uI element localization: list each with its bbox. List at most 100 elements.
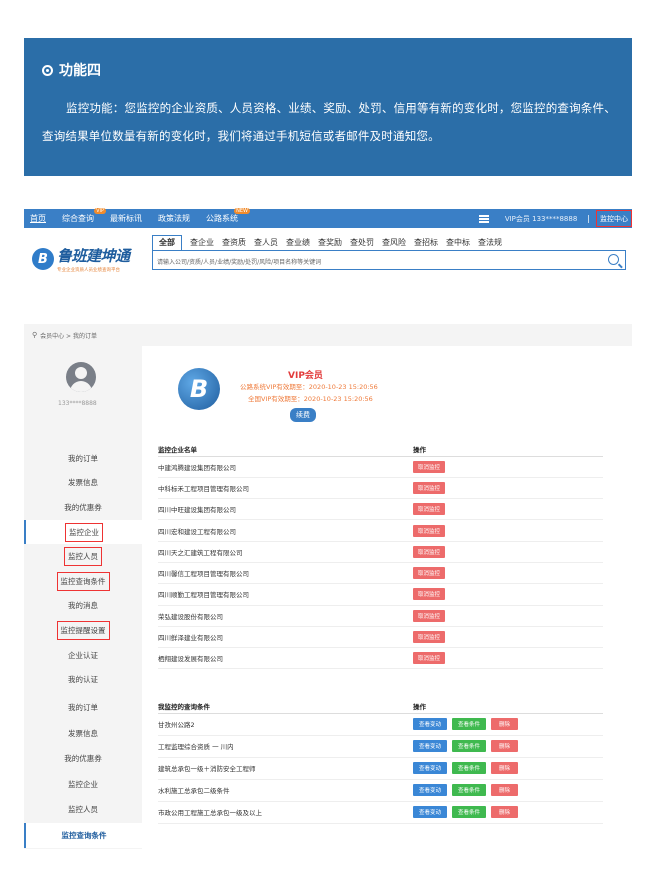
action-cell: 查看变动 查看条件 删除 bbox=[413, 779, 603, 802]
company-name[interactable]: 四川馨信工程项目管理有限公司 bbox=[158, 562, 413, 585]
site-logo[interactable]: B 鲁班建坤通 专业企业资质人员业绩查询平台 bbox=[32, 240, 142, 278]
sidebar-item-label: 发票信息 bbox=[68, 478, 98, 488]
sidebar-item-monitor-conditions[interactable]: 监控查询条件 bbox=[24, 569, 142, 594]
search-tab-company[interactable]: 查企业 bbox=[190, 237, 214, 250]
view-change-button[interactable]: 查看变动 bbox=[413, 718, 448, 730]
nav-policy[interactable]: 政策法规 bbox=[158, 213, 190, 224]
search-icon[interactable] bbox=[608, 254, 619, 265]
action-cell: 取消监控 bbox=[413, 647, 603, 670]
cancel-monitor-button[interactable]: 取消监控 bbox=[413, 652, 446, 665]
search-tab-winning[interactable]: 查中标 bbox=[446, 237, 470, 250]
breadcrumb-text[interactable]: 会员中心 > 我的订单 bbox=[40, 331, 97, 340]
condition-name[interactable]: 建筑总承包一级＋消防安全工程师 bbox=[158, 757, 413, 780]
cancel-monitor-button[interactable]: 取消监控 bbox=[413, 481, 446, 494]
view-change-button[interactable]: 查看变动 bbox=[413, 784, 448, 796]
cancel-monitor-button[interactable]: 取消监控 bbox=[413, 609, 446, 622]
condition-name[interactable]: 水利施工总承包二级条件 bbox=[158, 779, 413, 802]
delete-button[interactable]: 删除 bbox=[491, 762, 519, 774]
company-name[interactable]: 中建鸿腾建设集团有限公司 bbox=[158, 456, 413, 478]
company-name[interactable]: 中科标禾工程项目管理有限公司 bbox=[158, 477, 413, 500]
view-condition-button[interactable]: 查看条件 bbox=[452, 762, 487, 774]
cancel-monitor-button[interactable]: 取消监控 bbox=[413, 524, 446, 537]
nav-highway[interactable]: 公路系统 NEW bbox=[206, 208, 250, 224]
sidebar2-item-monitor-company[interactable]: 监控企业 bbox=[24, 772, 142, 798]
sidebar-item-company-cert[interactable]: 企业认证 bbox=[24, 643, 142, 668]
sidebar-item-monitor-company[interactable]: 监控企业 bbox=[24, 519, 142, 545]
action-cell: 取消监控 bbox=[413, 583, 603, 606]
table-row: 中建鸿腾建设集团有限公司 取消监控 bbox=[158, 456, 603, 478]
sidebar-item-orders[interactable]: 我的订单 bbox=[24, 446, 142, 471]
action-cell: 取消监控 bbox=[413, 562, 603, 585]
nav-right-group: VIP会员 133****8888 | 监控中心 bbox=[478, 209, 632, 228]
sidebar-item-monitor-settings[interactable]: 监控提醒设置 bbox=[24, 618, 142, 643]
table-row: 四川宏和建设工程有限公司 取消监控 bbox=[158, 519, 603, 542]
cancel-monitor-button[interactable]: 取消监控 bbox=[413, 460, 446, 473]
search-tab-penalty[interactable]: 查处罚 bbox=[350, 237, 374, 250]
company-name[interactable]: 四川宏和建设工程有限公司 bbox=[158, 519, 413, 542]
company-name[interactable]: 四川鲜泽建业有限公司 bbox=[158, 626, 413, 649]
company-name[interactable]: 四川中旺建设集团有限公司 bbox=[158, 498, 413, 521]
view-change-button[interactable]: 查看变动 bbox=[413, 806, 448, 818]
member-sidebar-2: 我的订单 发票信息 我的优惠券 监控企业 监控人员 监控查询条件 bbox=[24, 689, 142, 849]
avatar[interactable] bbox=[66, 362, 96, 392]
cancel-monitor-button[interactable]: 取消监控 bbox=[413, 503, 446, 516]
sidebar-item-monitor-personnel[interactable]: 监控人员 bbox=[24, 544, 142, 569]
search-tab-award[interactable]: 查奖励 bbox=[318, 237, 342, 250]
search-tab-regulation[interactable]: 查法规 bbox=[478, 237, 502, 250]
cancel-monitor-button[interactable]: 取消监控 bbox=[413, 631, 446, 644]
delete-button[interactable]: 删除 bbox=[491, 784, 519, 796]
search-input[interactable]: 请输入公司/资质/人员/业绩/奖励/处罚/风险/项目名称等关键词 bbox=[152, 250, 626, 270]
table-row: 水利施工总承包二级条件 查看变动 查看条件 删除 bbox=[158, 779, 603, 802]
logo-mark-icon: B bbox=[32, 248, 54, 270]
condition-name[interactable]: 工程监理综合资质 一 川内 bbox=[158, 735, 413, 758]
search-tab-all[interactable]: 全部 bbox=[152, 235, 182, 250]
nav-search[interactable]: 综合查询 VIP bbox=[62, 208, 106, 224]
search-tab-qualification[interactable]: 查资质 bbox=[222, 237, 246, 250]
cancel-monitor-button[interactable]: 取消监控 bbox=[413, 588, 446, 601]
sidebar-item-label: 我的订单 bbox=[68, 453, 98, 463]
action-cell: 查看变动 查看条件 删除 bbox=[413, 713, 603, 736]
view-condition-button[interactable]: 查看条件 bbox=[452, 806, 487, 818]
view-condition-button[interactable]: 查看条件 bbox=[452, 718, 487, 730]
feature-banner: 功能四 监控功能：您监控的企业资质、人员资格、业绩、奖励、处罚、信用等有新的变化… bbox=[24, 38, 632, 176]
search-tab-risk[interactable]: 查风险 bbox=[382, 237, 406, 250]
vip-user-label[interactable]: VIP会员 133****8888 bbox=[505, 214, 577, 224]
search-tab-tender[interactable]: 查招标 bbox=[414, 237, 438, 250]
sidebar2-item-monitor-conditions[interactable]: 监控查询条件 bbox=[24, 822, 142, 848]
monitor-center-link[interactable]: 监控中心 bbox=[596, 210, 632, 227]
company-name[interactable]: 四川顺勤工程项目管理有限公司 bbox=[158, 583, 413, 606]
delete-button[interactable]: 删除 bbox=[491, 740, 519, 752]
nav-home[interactable]: 首页 bbox=[30, 213, 46, 224]
view-change-button[interactable]: 查看变动 bbox=[413, 740, 448, 752]
search-tab-personnel[interactable]: 查人员 bbox=[254, 237, 278, 250]
view-change-button[interactable]: 查看变动 bbox=[413, 762, 448, 774]
cancel-monitor-button[interactable]: 取消监控 bbox=[413, 567, 446, 580]
sidebar-item-coupons[interactable]: 我的优惠券 bbox=[24, 495, 142, 520]
sidebar2-item-coupons[interactable]: 我的优惠券 bbox=[24, 746, 142, 772]
action-cell: 取消监控 bbox=[413, 519, 603, 542]
action-cell: 取消监控 bbox=[413, 541, 603, 563]
condition-name[interactable]: 甘孜州公路2 bbox=[158, 713, 413, 736]
view-condition-button[interactable]: 查看条件 bbox=[452, 784, 487, 796]
monitored-companies-table: 监控企业名单 操作 中建鸿腾建设集团有限公司 取消监控 中科标禾工程项目管理有限公司… bbox=[158, 442, 603, 670]
target-circle-icon bbox=[42, 64, 53, 76]
delete-button[interactable]: 删除 bbox=[491, 718, 519, 730]
company-name[interactable]: 荣弘建设股份有限公司 bbox=[158, 605, 413, 627]
sidebar2-item-orders[interactable]: 我的订单 bbox=[24, 695, 142, 721]
company-name[interactable]: 四川天之汇建筑工程有限公司 bbox=[158, 541, 413, 563]
renew-button[interactable]: 续费 bbox=[290, 408, 316, 422]
sidebar2-item-monitor-personnel[interactable]: 监控人员 bbox=[24, 797, 142, 823]
delete-button[interactable]: 删除 bbox=[491, 806, 519, 818]
sidebar-item-invoice[interactable]: 发票信息 bbox=[24, 471, 142, 496]
condition-name[interactable]: 市政公用工程施工总承包一级及以上 bbox=[158, 801, 413, 824]
view-condition-button[interactable]: 查看条件 bbox=[452, 740, 487, 752]
sidebar2-item-invoice[interactable]: 发票信息 bbox=[24, 721, 142, 747]
conditions-content: 我监控的查询条件 操作 甘孜州公路2 查看变动 查看条件 删除 工程监理综合资质 一 川… bbox=[142, 689, 632, 849]
search-tab-performance[interactable]: 查业绩 bbox=[286, 237, 310, 250]
company-name[interactable]: 栖翔建设发展有限公司 bbox=[158, 647, 413, 670]
vip-card: B VIP会员 公路系统VIP有效期至：2020-10-23 15:20:56 … bbox=[178, 362, 418, 432]
nav-bids[interactable]: 最新标讯 bbox=[110, 213, 142, 224]
cancel-monitor-button[interactable]: 取消监控 bbox=[413, 545, 446, 558]
menu-icon[interactable] bbox=[478, 214, 489, 223]
sidebar-item-messages[interactable]: 我的消息 bbox=[24, 594, 142, 619]
